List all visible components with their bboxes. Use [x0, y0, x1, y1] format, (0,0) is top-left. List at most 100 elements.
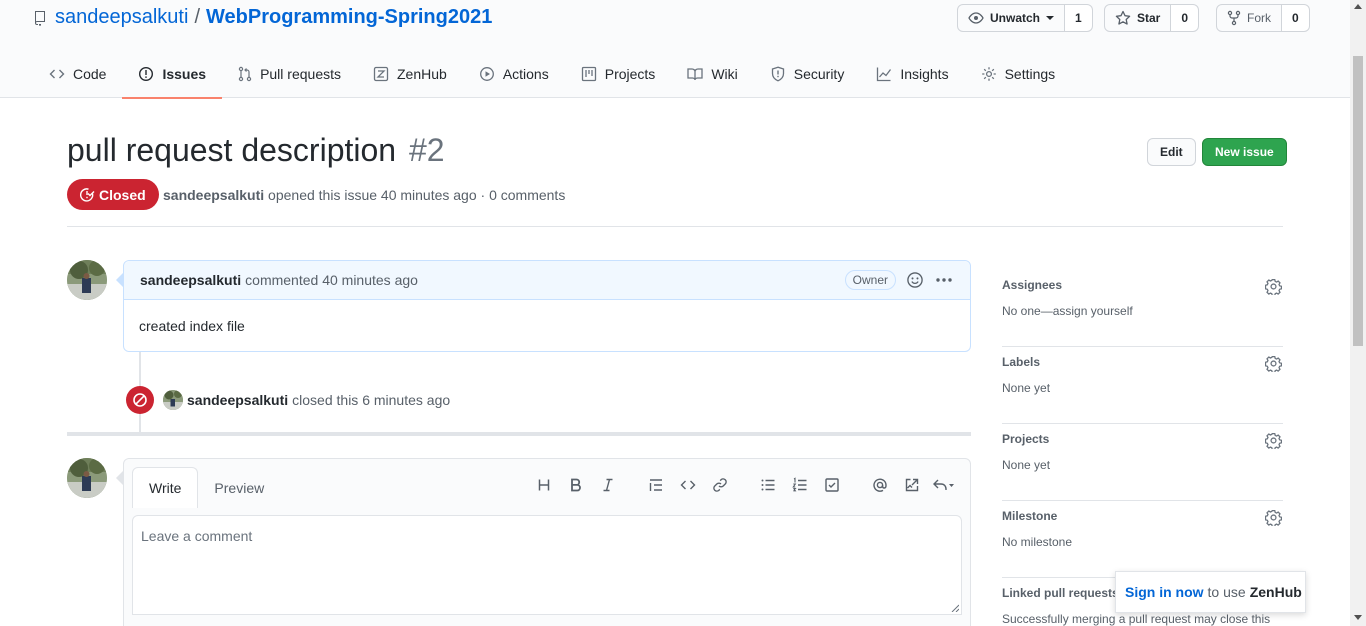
- tab-preview[interactable]: Preview: [198, 467, 280, 508]
- scroll-down-icon[interactable]: [1354, 615, 1362, 620]
- ordered-list-icon[interactable]: [784, 475, 816, 495]
- code-icon: [49, 66, 65, 82]
- owner-label: Owner: [844, 270, 896, 290]
- zenhub-icon: [373, 66, 389, 82]
- zenhub-popup-text: to use: [1207, 584, 1246, 600]
- watch-count[interactable]: 1: [1065, 4, 1093, 32]
- zenhub-signin-popup: Sign in now to use ZenHub: [1115, 571, 1306, 613]
- repo-separator: /: [194, 6, 200, 28]
- gear-icon[interactable]: [1265, 355, 1282, 372]
- repo-name-link[interactable]: WebProgramming-Spring2021: [206, 6, 492, 29]
- tab-pull-requests[interactable]: Pull requests: [222, 50, 357, 98]
- tab-settings[interactable]: Settings: [965, 50, 1072, 98]
- avatar[interactable]: [67, 260, 107, 300]
- sidebar-assignees-heading[interactable]: Assignees: [1002, 278, 1283, 292]
- tab-security[interactable]: Security: [754, 50, 861, 98]
- smiley-icon[interactable]: [906, 271, 924, 289]
- scroll-up-icon[interactable]: [1354, 4, 1362, 9]
- fork-count[interactable]: 0: [1282, 4, 1310, 32]
- tab-actions[interactable]: Actions: [463, 50, 565, 98]
- editor-tabs: Write Preview: [132, 467, 280, 508]
- tab-write[interactable]: Write: [132, 467, 199, 508]
- repo-owner-link[interactable]: sandeepsalkuti: [55, 6, 188, 29]
- event-author-link[interactable]: sandeepsalkuti: [187, 392, 288, 408]
- heading-icon[interactable]: [528, 475, 560, 495]
- sidebar-assignees-value[interactable]: No one—assign yourself: [1002, 304, 1283, 318]
- markdown-toolbar: [528, 475, 960, 495]
- header-divider: [67, 226, 1283, 227]
- issue-meta-text: opened this issue 40 minutes ago · 0 com…: [268, 187, 566, 203]
- new-issue-button[interactable]: New issue: [1202, 138, 1287, 166]
- tab-code-label: Code: [73, 66, 107, 82]
- graph-icon: [876, 66, 892, 82]
- watch-button[interactable]: Unwatch: [957, 4, 1066, 32]
- zenhub-brand: ZenHub: [1249, 584, 1302, 600]
- code-icon[interactable]: [672, 475, 704, 495]
- kebab-horizontal-icon[interactable]: [934, 272, 954, 288]
- watch-group: Unwatch 1: [957, 4, 1093, 32]
- tab-issues[interactable]: Issues: [122, 50, 222, 99]
- event-text: closed this 6 minutes ago: [292, 392, 451, 408]
- avatar[interactable]: [163, 390, 183, 410]
- star-button[interactable]: Star: [1104, 4, 1172, 32]
- eye-icon: [968, 10, 984, 26]
- watch-label: Unwatch: [990, 11, 1041, 25]
- issue-author-link[interactable]: sandeepsalkuti: [163, 187, 264, 203]
- tab-actions-label: Actions: [502, 66, 549, 82]
- tab-issues-label: Issues: [162, 66, 207, 82]
- sidebar-labels-heading[interactable]: Labels: [1002, 355, 1283, 369]
- link-icon[interactable]: [704, 475, 736, 495]
- zenhub-signin-link[interactable]: Sign in now: [1125, 584, 1204, 600]
- fork-label: Fork: [1247, 11, 1271, 25]
- quote-icon[interactable]: [640, 475, 672, 495]
- sidebar-projects-heading[interactable]: Projects: [1002, 432, 1283, 446]
- tab-zenhub-label: ZenHub: [397, 66, 447, 82]
- page-scrollbar[interactable]: [1350, 0, 1366, 626]
- new-comment-form: Write Preview Leave a comment: [116, 458, 971, 626]
- comment-textarea[interactable]: Leave a comment: [132, 515, 962, 615]
- fork-group: Fork 0: [1216, 4, 1310, 32]
- tab-zenhub[interactable]: ZenHub: [357, 50, 463, 98]
- sidebar-milestone-heading[interactable]: Milestone: [1002, 509, 1283, 523]
- tasklist-icon[interactable]: [816, 475, 848, 495]
- issue-title: pull request description #2: [67, 132, 445, 169]
- status-badge: Closed: [67, 179, 159, 210]
- issue-opened-icon: [138, 66, 154, 82]
- project-icon: [581, 66, 597, 82]
- book-icon: [687, 66, 703, 82]
- mention-icon[interactable]: [864, 475, 896, 495]
- bold-icon[interactable]: [560, 475, 592, 495]
- comment-body: created index file: [139, 318, 245, 334]
- sidebar-projects-value: None yet: [1002, 458, 1051, 472]
- scroll-thumb[interactable]: [1353, 56, 1363, 346]
- gear-icon[interactable]: [1265, 278, 1282, 295]
- tab-projects[interactable]: Projects: [565, 50, 672, 98]
- gear-icon[interactable]: [1265, 509, 1282, 526]
- star-count[interactable]: 0: [1171, 4, 1200, 32]
- comment-box: sandeepsalkuti commented 40 minutes ago …: [116, 260, 971, 352]
- tab-settings-label: Settings: [1004, 66, 1056, 82]
- tab-wiki[interactable]: Wiki: [671, 50, 753, 98]
- resize-handle-icon[interactable]: [951, 604, 959, 612]
- comment-header: sandeepsalkuti commented 40 minutes ago …: [124, 261, 970, 300]
- sidebar-labels-value: None yet: [1002, 381, 1051, 395]
- tab-insights[interactable]: Insights: [860, 50, 964, 98]
- unordered-list-icon[interactable]: [752, 475, 784, 495]
- star-group: Star 0: [1104, 4, 1200, 32]
- avatar[interactable]: [67, 458, 107, 498]
- italic-icon[interactable]: [592, 475, 624, 495]
- tab-pull-requests-label: Pull requests: [260, 66, 341, 82]
- closed-event: sandeepsalkuti closed this 6 minutes ago: [126, 386, 450, 414]
- gear-icon[interactable]: [1265, 432, 1282, 449]
- edit-button[interactable]: Edit: [1147, 138, 1196, 166]
- repo-icon: [33, 10, 47, 26]
- cross-reference-icon[interactable]: [896, 475, 928, 495]
- comment-timestamp[interactable]: commented 40 minutes ago: [245, 272, 418, 288]
- chevron-down-icon: [1046, 16, 1055, 20]
- comment-author-link[interactable]: sandeepsalkuti: [140, 272, 241, 288]
- issue-closed-icon: [79, 187, 95, 203]
- reply-icon[interactable]: [928, 475, 960, 495]
- tab-code[interactable]: Code: [33, 50, 122, 98]
- git-pull-request-icon: [238, 66, 252, 82]
- fork-button[interactable]: Fork: [1216, 4, 1282, 32]
